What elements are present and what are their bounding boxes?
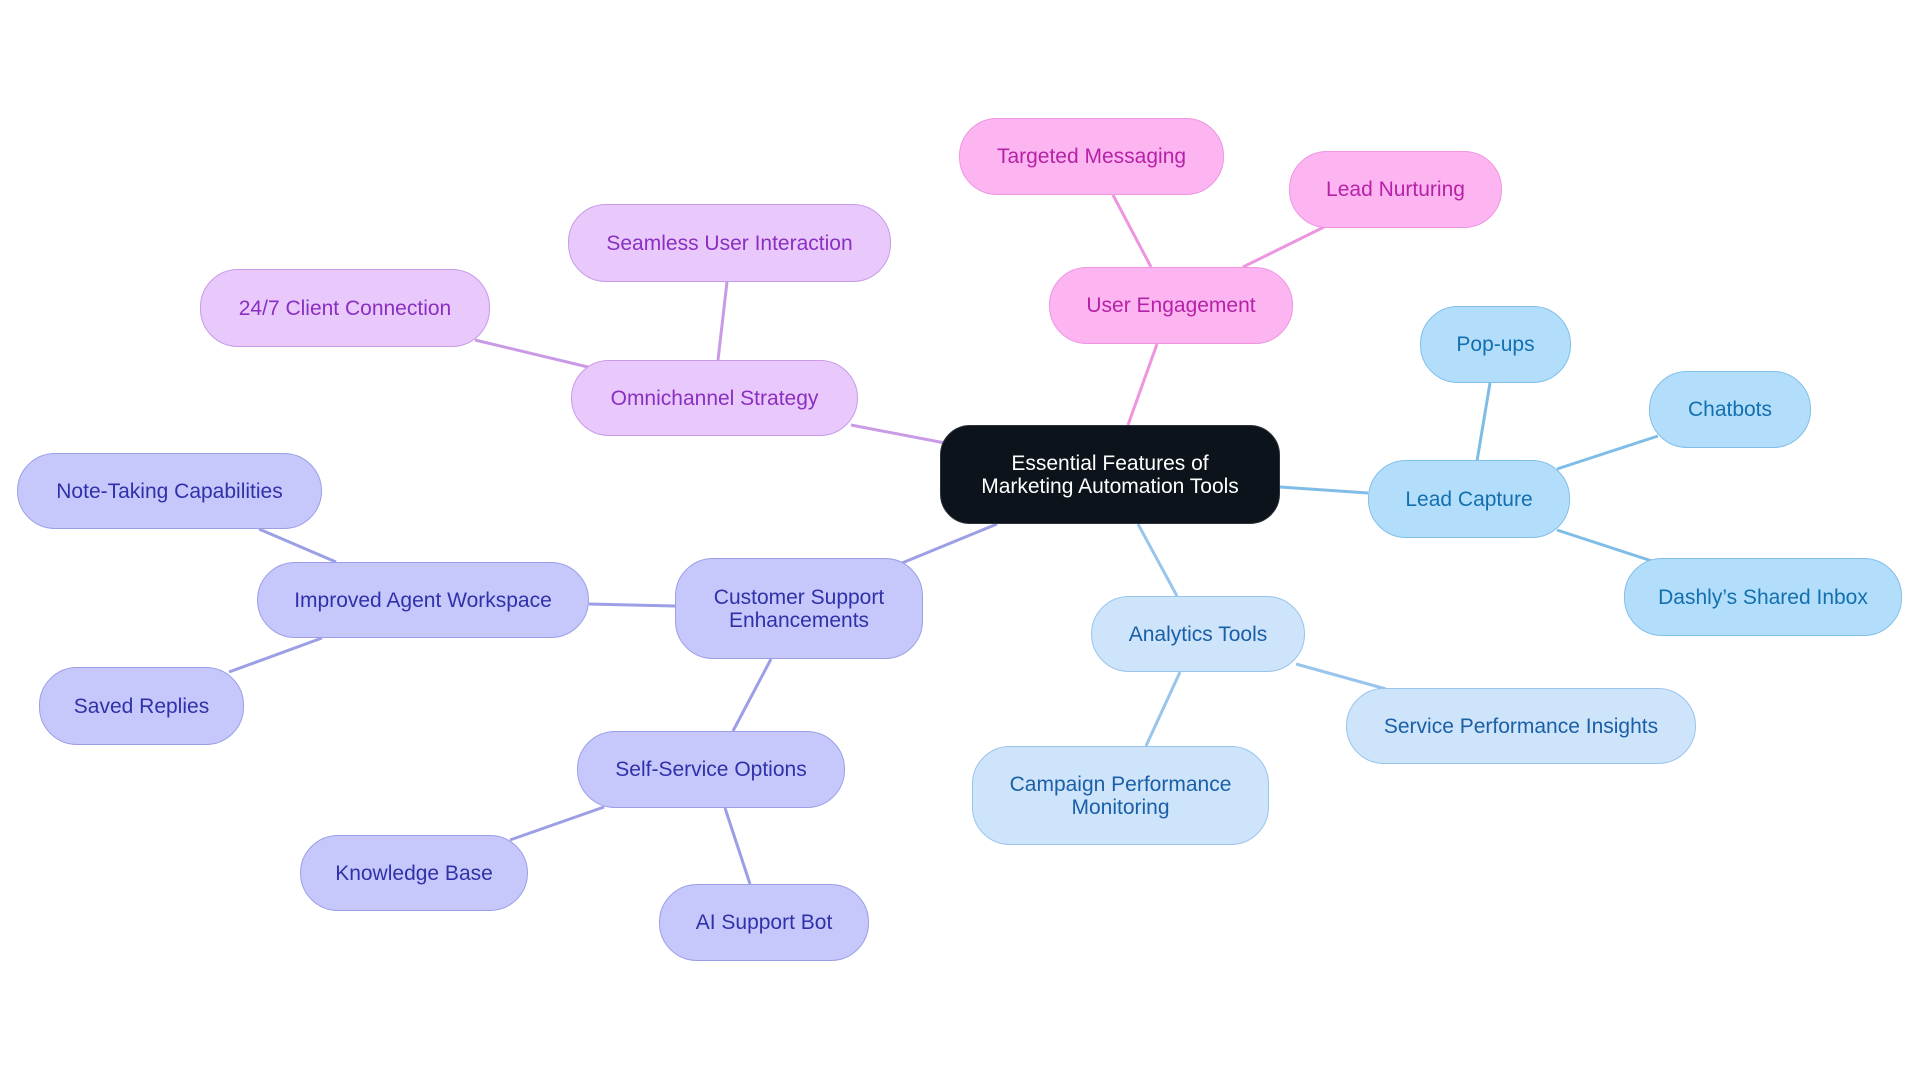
node-label: Lead Capture	[1405, 487, 1533, 511]
node-label: 24/7 Client Connection	[238, 296, 452, 320]
node-label-line1: Customer Support	[713, 585, 885, 609]
node-ai-support-bot[interactable]: AI Support Bot	[659, 884, 869, 961]
node-dashly-shared-inbox[interactable]: Dashly’s Shared Inbox	[1624, 558, 1902, 636]
edge-omnichannel-247	[474, 338, 589, 369]
node-247-client-connection[interactable]: 24/7 Client Connection	[200, 269, 490, 347]
edge-analytics-campaign	[1144, 671, 1182, 747]
edge-support-selfservice	[731, 658, 773, 732]
node-service-performance-insights[interactable]: Service Performance Insights	[1346, 688, 1696, 764]
node-label: Dashly’s Shared Inbox	[1658, 585, 1868, 609]
node-label: Self-Service Options	[615, 758, 807, 781]
edge-workspace-saved	[228, 636, 323, 674]
edge-root-omnichannel	[850, 423, 946, 445]
node-label: Omnichannel Strategy	[610, 386, 819, 410]
node-lead-nurturing[interactable]: Lead Nurturing	[1289, 151, 1502, 228]
node-label: Pop-ups	[1456, 333, 1535, 356]
node-campaign-performance-monitoring[interactable]: Campaign Performance Monitoring	[972, 746, 1269, 845]
node-label: Saved Replies	[73, 694, 210, 718]
edge-root-support	[901, 522, 998, 565]
node-label: Note-Taking Capabilities	[56, 479, 283, 503]
node-pop-ups[interactable]: Pop-ups	[1420, 306, 1571, 383]
edge-leadcapture-popups	[1475, 382, 1492, 462]
edge-root-engagement	[1126, 343, 1159, 426]
root-label-line1: Essential Features of	[1011, 451, 1209, 475]
node-targeted-messaging[interactable]: Targeted Messaging	[959, 118, 1224, 195]
edge-engagement-nurturing	[1242, 225, 1325, 269]
root-label-line2: Marketing Automation Tools	[981, 474, 1239, 498]
edge-selfservice-aibot	[723, 807, 752, 885]
node-self-service-options[interactable]: Self-Service Options	[577, 731, 845, 808]
node-omnichannel-strategy[interactable]: Omnichannel Strategy	[571, 360, 858, 436]
node-label: Improved Agent Workspace	[294, 588, 552, 612]
edge-root-leadcapture	[1279, 485, 1369, 495]
node-seamless-user-interaction[interactable]: Seamless User Interaction	[568, 204, 891, 282]
node-knowledge-base[interactable]: Knowledge Base	[300, 835, 528, 911]
root-node[interactable]: Essential Features of Marketing Automatio…	[940, 425, 1280, 524]
node-label: Chatbots	[1687, 398, 1773, 421]
node-label-line2: Monitoring	[1071, 795, 1170, 819]
node-label: Analytics Tools	[1128, 622, 1268, 646]
node-analytics-tools[interactable]: Analytics Tools	[1091, 596, 1305, 672]
node-label: Seamless User Interaction	[606, 231, 853, 255]
node-label: Knowledge Base	[335, 861, 493, 885]
node-note-taking-capabilities[interactable]: Note-Taking Capabilities	[17, 453, 322, 529]
edge-analytics-service	[1295, 662, 1387, 691]
node-label: User Engagement	[1086, 294, 1256, 317]
node-customer-support-enhancements[interactable]: Customer Support Enhancements	[675, 558, 923, 659]
node-improved-agent-workspace[interactable]: Improved Agent Workspace	[257, 562, 589, 638]
node-chatbots[interactable]: Chatbots	[1649, 371, 1811, 448]
node-label: Lead Nurturing	[1326, 178, 1465, 201]
node-lead-capture[interactable]: Lead Capture	[1368, 460, 1570, 538]
node-label-line2: Enhancements	[728, 608, 870, 632]
node-user-engagement[interactable]: User Engagement	[1049, 267, 1293, 344]
edge-omnichannel-seamless	[716, 281, 729, 361]
edge-workspace-notetaking	[258, 527, 337, 564]
edge-selfservice-knowledge	[509, 805, 605, 842]
node-label-line1: Campaign Performance	[1009, 772, 1232, 796]
node-label: Targeted Messaging	[996, 145, 1187, 168]
edge-engagement-targeted	[1111, 194, 1153, 268]
edge-leadcapture-chatbots	[1556, 434, 1659, 471]
edge-leadcapture-inbox	[1556, 528, 1656, 564]
node-saved-replies[interactable]: Saved Replies	[39, 667, 244, 745]
edge-support-workspace	[588, 602, 676, 608]
node-label: AI Support Bot	[695, 911, 833, 934]
edge-root-analytics	[1136, 523, 1179, 597]
node-label: Service Performance Insights	[1383, 714, 1659, 738]
